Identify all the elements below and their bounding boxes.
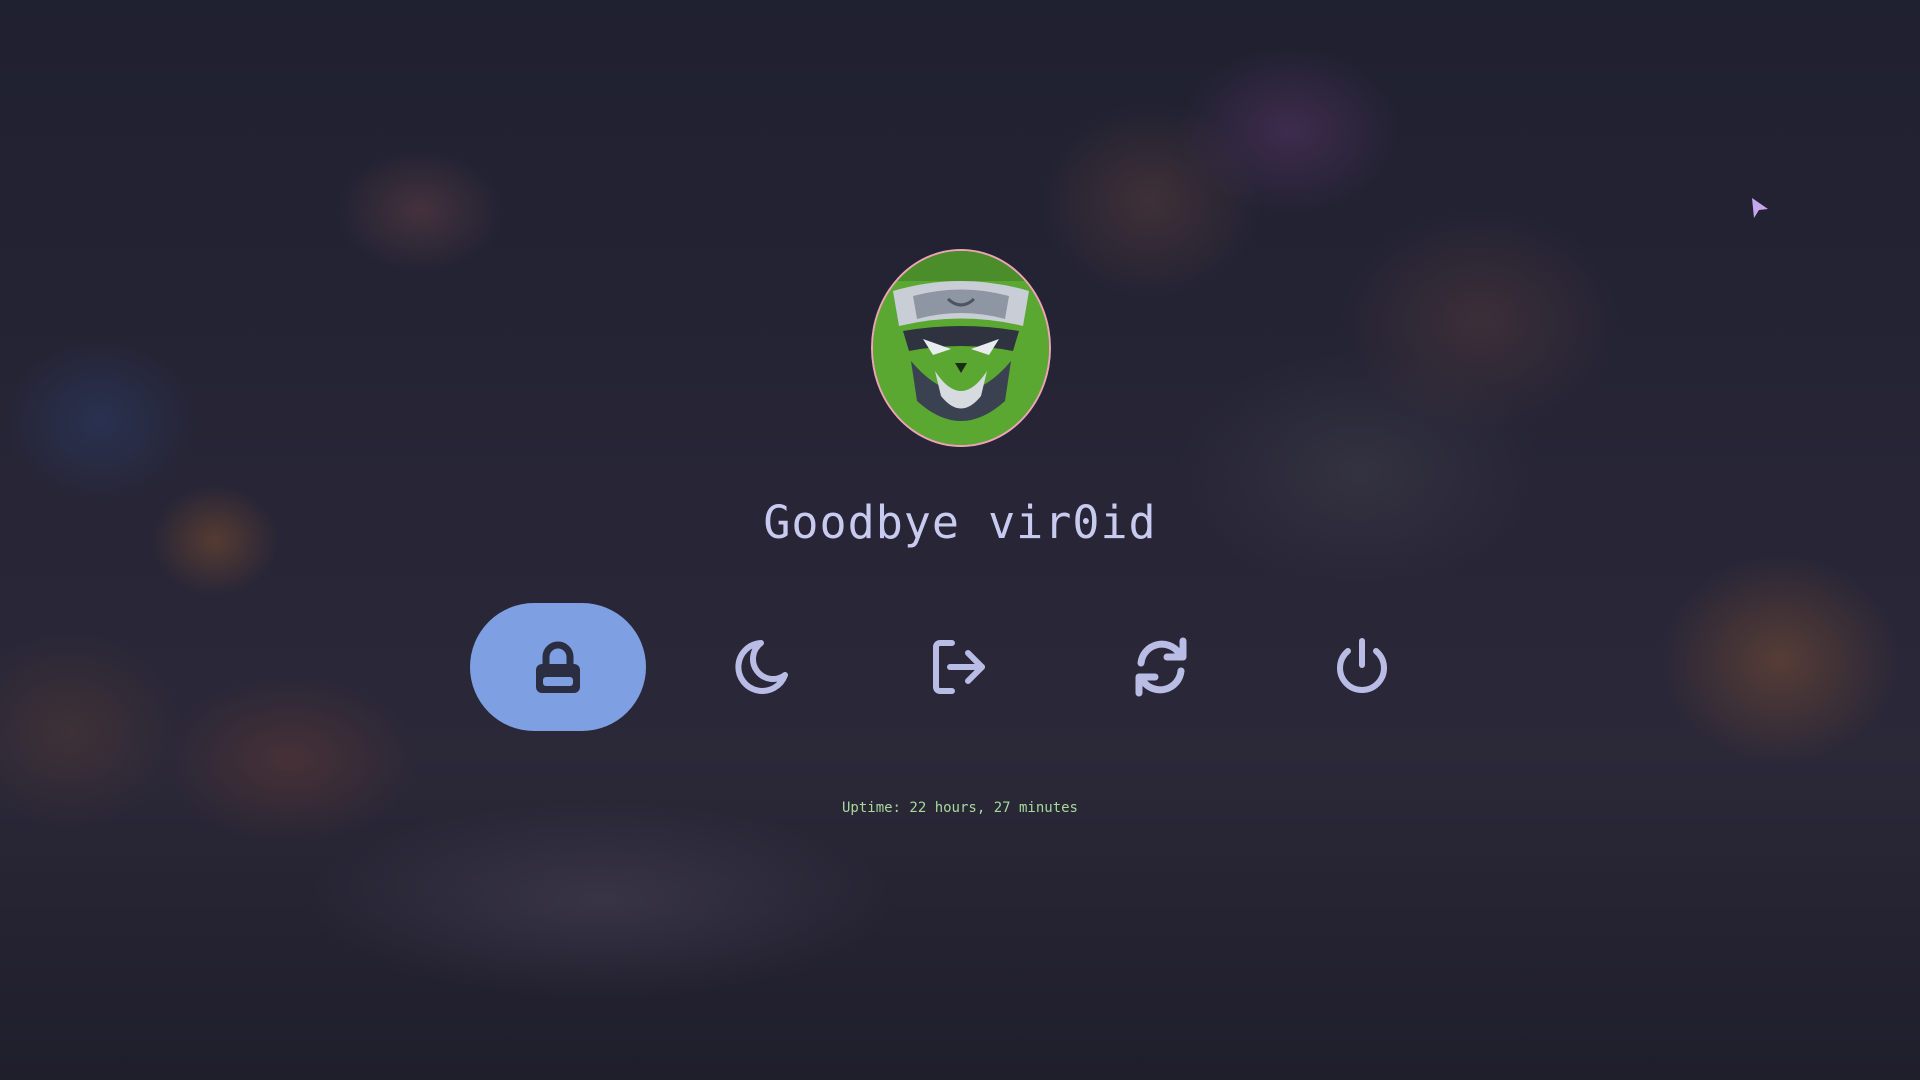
logout-button[interactable] xyxy=(872,603,1048,731)
mouse-cursor-icon xyxy=(1752,198,1768,218)
avatar-image xyxy=(873,251,1049,445)
moon-icon xyxy=(735,640,788,694)
greeting-text: Goodbye vir0id xyxy=(763,496,1157,549)
uptime-text: Uptime: 22 hours, 27 minutes xyxy=(841,800,1078,816)
power-icon xyxy=(1337,638,1387,693)
power-actions xyxy=(470,603,1460,731)
suspend-button[interactable] xyxy=(671,603,847,731)
logout-icon xyxy=(933,640,985,694)
refresh-icon xyxy=(1135,637,1187,697)
reboot-button[interactable] xyxy=(1073,603,1249,731)
lock-button[interactable] xyxy=(470,603,646,731)
shutdown-button[interactable] xyxy=(1274,603,1450,731)
lock-icon xyxy=(536,641,580,693)
user-avatar xyxy=(871,249,1051,447)
